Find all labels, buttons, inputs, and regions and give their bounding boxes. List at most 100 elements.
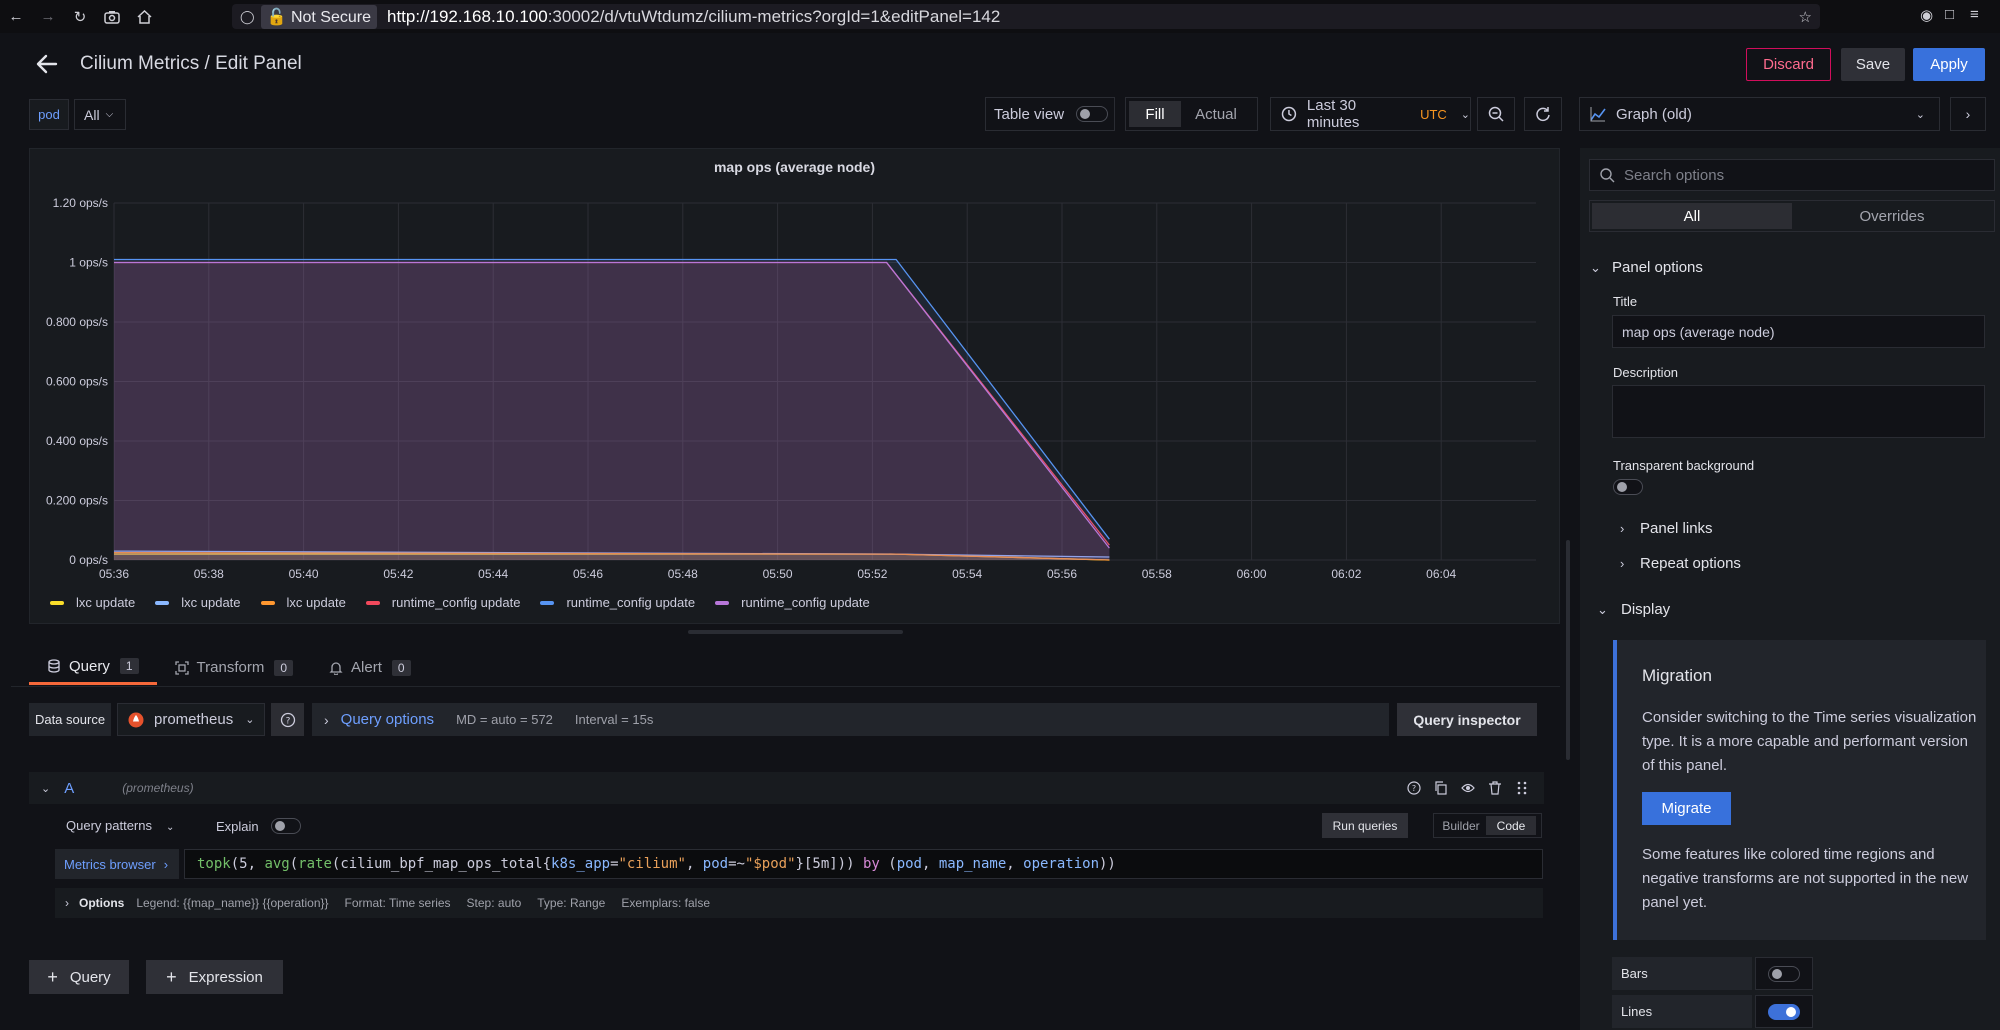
actual-button[interactable]: Actual (1181, 101, 1251, 127)
search-options-input[interactable]: Search options (1589, 159, 1995, 191)
explain-switch[interactable] (270, 818, 301, 834)
visualization-picker[interactable]: Graph (old) ⌄ (1579, 97, 1940, 131)
y-tick-label: 0.800 ops/s (46, 315, 108, 329)
query-ref-name[interactable]: A (64, 780, 74, 797)
panel-resize-handle[interactable] (688, 630, 903, 634)
panel-options-section[interactable]: ⌄ Panel options (1590, 259, 1703, 276)
panel-links-section[interactable]: › Panel links (1620, 520, 1713, 537)
zoom-out-button[interactable] (1477, 97, 1515, 131)
menu-icon[interactable]: ≡ (1970, 6, 1979, 23)
migrate-button[interactable]: Migrate (1642, 792, 1731, 825)
legend-item[interactable]: runtime_config update (715, 595, 870, 610)
tab-alert[interactable]: Alert 0 (311, 650, 429, 685)
eye-icon[interactable] (1461, 781, 1475, 795)
chart[interactable]: 0 ops/s 0.200 ops/s 0.400 ops/s 0.600 ops/s… (30, 149, 1561, 589)
add-query-button[interactable]: + Query (29, 960, 129, 994)
transform-icon (174, 660, 189, 675)
query-options-title[interactable]: Query options (341, 711, 434, 728)
chart-legend: lxc update lxc update lxc update runtime_co… (50, 595, 890, 610)
transparent-background-switch[interactable] (1613, 479, 1643, 495)
add-expression-button[interactable]: + Expression (146, 960, 283, 994)
editor-mode-toggle: Builder Code (1433, 813, 1542, 838)
tab-overrides[interactable]: Overrides (1792, 203, 1992, 229)
lines-switch[interactable] (1768, 1003, 1800, 1020)
lines-switch-box (1755, 995, 1813, 1028)
main-scrollbar[interactable] (1566, 540, 1570, 760)
fill-button[interactable]: Fill (1129, 101, 1181, 127)
home-icon[interactable] (134, 7, 154, 27)
legend-label: runtime_config update (566, 595, 696, 610)
metrics-browser-button[interactable]: Metrics browser › (55, 849, 179, 879)
plus-icon: + (166, 966, 177, 987)
apply-button[interactable]: Apply (1913, 48, 1985, 81)
copy-icon[interactable] (1434, 781, 1448, 795)
run-queries-button[interactable]: Run queries (1322, 813, 1408, 838)
collapse-options-button[interactable]: › (1950, 97, 1986, 131)
explain-toggle[interactable]: Explain (216, 818, 301, 834)
legend-item[interactable]: lxc update (155, 595, 241, 610)
transparent-background-label: Transparent background (1613, 458, 1755, 473)
legend-label: lxc update (76, 595, 136, 610)
help-icon[interactable]: ? (1407, 781, 1421, 795)
y-tick-label: 0.400 ops/s (46, 434, 108, 448)
query-options-bar[interactable]: › Query options MD = auto = 572 Interval… (312, 703, 1389, 736)
back-arrow-icon[interactable]: ← (6, 7, 26, 27)
description-input[interactable] (1612, 385, 1985, 438)
migration-text: Consider switching to the Time series vi… (1642, 709, 1977, 774)
table-view-switch[interactable] (1076, 106, 1109, 122)
x-tick-label: 05:40 (289, 567, 319, 581)
max-data-points: MD = auto = 572 (456, 712, 553, 727)
trash-icon[interactable] (1488, 781, 1502, 795)
legend-item[interactable]: lxc update (50, 595, 135, 610)
back-arrow-icon[interactable] (36, 53, 58, 75)
account-icon[interactable]: ◉ (1920, 6, 1933, 24)
extensions-icon[interactable]: □ (1945, 6, 1954, 23)
builder-mode-button[interactable]: Builder (1436, 819, 1486, 833)
forward-arrow-icon[interactable]: → (38, 7, 58, 27)
variable-pod-select[interactable]: All ⌵ (74, 99, 126, 130)
chevron-down-icon: ⌄ (1460, 108, 1470, 121)
chevron-right-icon: › (1965, 106, 1971, 122)
legend-swatch (540, 600, 555, 605)
bars-switch[interactable] (1768, 965, 1800, 982)
save-button[interactable]: Save (1841, 48, 1905, 81)
chevron-down-icon: ⌵ (105, 109, 114, 120)
time-range-picker[interactable]: Last 30 minutes UTC ⌄ (1270, 97, 1471, 131)
x-tick-label: 05:46 (573, 567, 603, 581)
discard-button[interactable]: Discard (1746, 48, 1831, 81)
datasource-select[interactable]: prometheus ⌄ (117, 703, 265, 736)
y-tick-label: 0 ops/s (69, 553, 108, 567)
datasource-help-button[interactable]: ? (271, 703, 304, 736)
chevron-down-icon[interactable]: ⌄ (41, 782, 50, 795)
display-section[interactable]: ⌄ Display (1597, 601, 1670, 618)
variable-pod-label: pod (29, 99, 69, 130)
refresh-button[interactable] (1524, 97, 1562, 131)
not-secure-badge[interactable]: 🔓 Not Secure (260, 4, 377, 29)
legend-swatch (260, 600, 275, 605)
code-mode-button[interactable]: Code (1486, 816, 1536, 835)
tab-all[interactable]: All (1592, 203, 1792, 229)
svg-text:?: ? (285, 716, 290, 726)
reload-icon[interactable]: ↻ (70, 7, 90, 27)
legend-item[interactable]: runtime_config update (540, 595, 695, 610)
bookmark-star-icon[interactable]: ☆ (1799, 8, 1812, 26)
url-bar[interactable]: ◯ 🔓 Not Secure http://192.168.10.100:300… (232, 4, 1820, 29)
tab-query[interactable]: Query 1 (29, 650, 157, 685)
datasource-row: Data source prometheus ⌄ ? › Query optio… (29, 703, 1537, 736)
url-text: http://192.168.10.100:30002/d/vtuWtdumz/… (386, 6, 1001, 26)
query-options-row[interactable]: › Options Legend: {{map_name}} {{operati… (55, 888, 1543, 918)
query-inspector-button[interactable]: Query inspector (1397, 703, 1537, 736)
query-patterns-select[interactable]: Query patterns ⌄ (66, 818, 174, 833)
tab-transform[interactable]: Transform 0 (157, 650, 311, 685)
promql-query-input[interactable]: topk (5, avg(rate (cilium_bpf_map_ops_tota… (184, 849, 1543, 879)
legend-item[interactable]: runtime_config update (365, 595, 520, 610)
chevron-right-icon: › (65, 896, 69, 910)
drag-handle-icon[interactable] (1515, 781, 1529, 795)
screenshot-icon[interactable] (102, 7, 122, 27)
table-view-toggle[interactable]: Table view (985, 97, 1115, 131)
chevron-right-icon: › (1620, 556, 1625, 571)
title-input[interactable]: map ops (average node) (1612, 315, 1985, 348)
legend-item[interactable]: lxc update (260, 595, 346, 610)
x-tick-label: 05:38 (194, 567, 224, 581)
repeat-options-section[interactable]: › Repeat options (1620, 555, 1741, 572)
